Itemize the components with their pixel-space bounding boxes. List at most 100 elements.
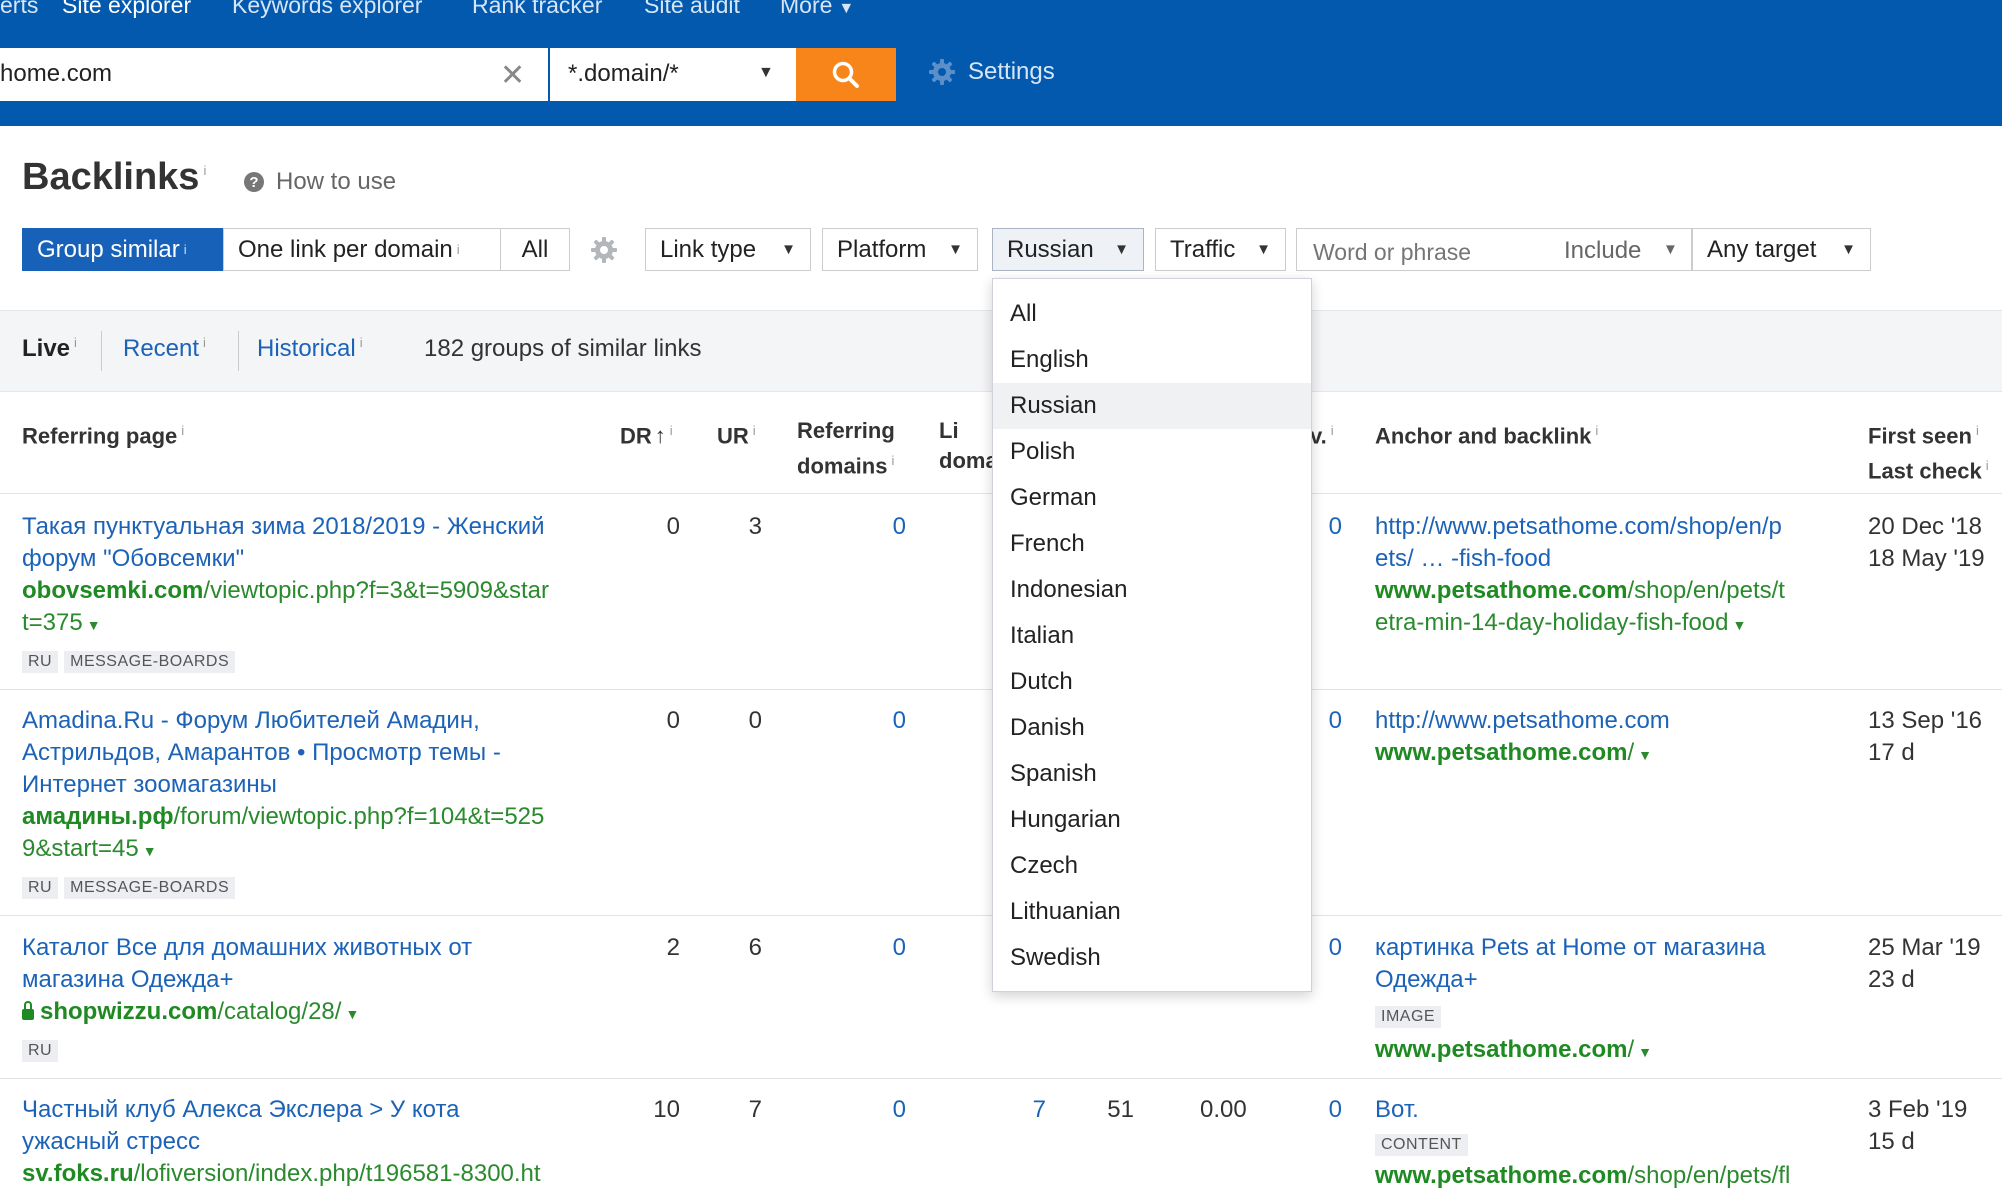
referring-domains-link[interactable]: 0 — [893, 513, 906, 540]
info-mark[interactable]: i — [1331, 423, 1334, 438]
info-mark[interactable]: i — [203, 335, 206, 350]
column-referring-domains[interactable]: Referring domains i — [797, 416, 895, 481]
group-similar-button[interactable]: Group similar i — [22, 228, 224, 271]
info-mark[interactable]: i — [181, 423, 184, 438]
linked-domains-link[interactable]: 7 — [1033, 1096, 1046, 1123]
nav-item-rank-tracker[interactable]: Rank tracker — [472, 0, 602, 19]
language-option-all[interactable]: All — [993, 291, 1311, 337]
referring-domains-value[interactable]: 0 — [846, 511, 906, 543]
backlink-url-cont[interactable]: etra-min-14-day-holiday-fish-food ▼ — [1375, 607, 1785, 641]
referring-page-url[interactable]: obovsemki.com/viewtopic.php?f=3&t=5909&s… — [22, 575, 549, 607]
referring-page-title[interactable]: Частный клуб Алекса Экслера > У кота ужас… — [22, 1094, 541, 1158]
settings-link[interactable]: Settings — [928, 58, 1055, 86]
language-dropdown[interactable]: Russian ▼ — [992, 228, 1144, 271]
filter-settings-button[interactable] — [590, 236, 618, 269]
anchor-text[interactable]: Вот. — [1375, 1094, 1790, 1126]
all-links-button[interactable]: All — [500, 228, 570, 271]
backlink-url[interactable]: www.petsathome.com/▼ — [1375, 737, 1670, 771]
info-mark[interactable]: i — [360, 335, 363, 350]
referring-page-url[interactable]: sv.foks.ru/lofiversion/index.php/t196581… — [22, 1158, 541, 1190]
referring-domains-link[interactable]: 0 — [893, 1096, 906, 1123]
partial-link[interactable]: 0 — [1329, 707, 1342, 734]
info-mark[interactable]: i — [184, 242, 187, 257]
language-option-danish[interactable]: Danish — [993, 705, 1311, 751]
partial-link[interactable]: 0 — [1329, 1096, 1342, 1123]
column-partial[interactable]: v. i — [1310, 416, 1334, 451]
traffic-dropdown[interactable]: Traffic ▼ — [1155, 228, 1286, 271]
referring-page-url-cont[interactable]: t=375 ▼ — [22, 607, 549, 641]
search-mode-select[interactable]: *.domain/* ▼ — [550, 48, 796, 101]
language-option-lithuanian[interactable]: Lithuanian — [993, 889, 1311, 935]
chevron-down-icon[interactable]: ▼ — [345, 1006, 359, 1022]
anchor-text[interactable]: http://www.petsathome.com — [1375, 705, 1670, 737]
referring-page-url[interactable]: shopwizzu.com/catalog/28/▼ — [22, 996, 472, 1030]
nav-item-more[interactable]: More ▼ — [780, 0, 854, 19]
info-mark[interactable]: i — [74, 335, 77, 350]
info-mark[interactable]: i — [670, 423, 673, 438]
one-link-per-domain-button[interactable]: One link per domain i — [223, 228, 501, 271]
info-mark[interactable]: i — [203, 163, 206, 178]
nav-item-site-explorer[interactable]: Site explorer — [62, 0, 191, 19]
referring-domains-value[interactable]: 0 — [846, 1094, 906, 1126]
column-ur[interactable]: UR i — [717, 416, 756, 451]
info-mark[interactable]: i — [1986, 458, 1989, 473]
backlink-url[interactable]: www.petsathome.com/shop/en/pets/t — [1375, 575, 1785, 607]
language-option-hungarian[interactable]: Hungarian — [993, 797, 1311, 843]
language-option-polish[interactable]: Polish — [993, 429, 1311, 475]
partial-link[interactable]: 0 — [1329, 934, 1342, 961]
search-input[interactable]: home.com ✕ — [0, 48, 548, 101]
referring-page-url[interactable]: амадины.рф/forum/viewtopic.php?f=104&t=5… — [22, 801, 544, 833]
column-referring-page[interactable]: Referring page i — [22, 416, 184, 451]
info-mark[interactable]: i — [1595, 423, 1598, 438]
linked-domains-value[interactable]: 7 — [986, 1094, 1046, 1126]
info-mark[interactable]: i — [457, 242, 460, 257]
language-option-czech[interactable]: Czech — [993, 843, 1311, 889]
anchor-text[interactable]: картинка Pets at Home от магазина Одежда+ — [1375, 932, 1766, 996]
phrase-input[interactable] — [1311, 238, 1545, 267]
clear-icon[interactable]: ✕ — [500, 58, 525, 93]
nav-item-experts[interactable]: erts — [0, 0, 38, 19]
backlink-url[interactable]: www.petsathome.com/▼ — [1375, 1034, 1766, 1068]
column-dr[interactable]: DR ↑ i — [620, 416, 673, 451]
chevron-down-icon[interactable]: ▼ — [1638, 747, 1652, 763]
language-option-indonesian[interactable]: Indonesian — [993, 567, 1311, 613]
column-linked-domains[interactable]: Li doma — [939, 416, 998, 476]
tab-recent[interactable]: Recent i — [123, 335, 206, 363]
search-input-value[interactable]: home.com — [0, 60, 112, 88]
chevron-down-icon[interactable]: ▼ — [1638, 1044, 1652, 1060]
language-option-italian[interactable]: Italian — [993, 613, 1311, 659]
tab-live[interactable]: Live i — [22, 335, 77, 363]
column-anchor-and-backlink[interactable]: Anchor and backlink i — [1375, 416, 1598, 451]
how-to-use-link[interactable]: ? How to use — [244, 168, 396, 196]
language-option-english[interactable]: English — [993, 337, 1311, 383]
nav-item-keywords-explorer[interactable]: Keywords explorer — [232, 0, 422, 19]
language-option-dutch[interactable]: Dutch — [993, 659, 1311, 705]
search-button[interactable] — [796, 48, 896, 101]
nav-item-site-audit[interactable]: Site audit — [644, 0, 740, 19]
info-mark[interactable]: i — [753, 423, 756, 438]
partial-link[interactable]: 0 — [1329, 513, 1342, 540]
info-mark[interactable]: i — [891, 453, 894, 468]
referring-domains-value[interactable]: 0 — [846, 932, 906, 964]
column-first-last-seen[interactable]: First seen i Last check i — [1868, 416, 1989, 487]
backlink-url[interactable]: www.petsathome.com/shop/en/pets/fl — [1375, 1160, 1790, 1192]
chevron-down-icon[interactable]: ▼ — [143, 843, 157, 859]
target-dropdown[interactable]: Any target ▼ — [1692, 228, 1871, 271]
include-select[interactable]: Include — [1564, 237, 1641, 265]
platform-dropdown[interactable]: Platform ▼ — [822, 228, 978, 271]
link-type-dropdown[interactable]: Link type ▼ — [645, 228, 811, 271]
language-option-russian[interactable]: Russian — [993, 383, 1311, 429]
tab-historical[interactable]: Historical i — [257, 335, 363, 363]
language-option-german[interactable]: German — [993, 475, 1311, 521]
anchor-text[interactable]: http://www.petsathome.com/shop/en/p ets/ … — [1375, 511, 1785, 575]
referring-page-title[interactable]: Такая пунктуальная зима 2018/2019 - Женс… — [22, 511, 549, 575]
language-option-swedish[interactable]: Swedish — [993, 935, 1311, 981]
chevron-down-icon[interactable]: ▼ — [1732, 617, 1746, 633]
language-option-french[interactable]: French — [993, 521, 1311, 567]
referring-page-url-cont[interactable]: 9&start=45 ▼ — [22, 833, 544, 867]
partial-value[interactable]: 0 — [1282, 1094, 1342, 1126]
chevron-down-icon[interactable]: ▼ — [87, 617, 101, 633]
language-option-spanish[interactable]: Spanish — [993, 751, 1311, 797]
referring-domains-value[interactable]: 0 — [846, 705, 906, 737]
referring-domains-link[interactable]: 0 — [893, 707, 906, 734]
